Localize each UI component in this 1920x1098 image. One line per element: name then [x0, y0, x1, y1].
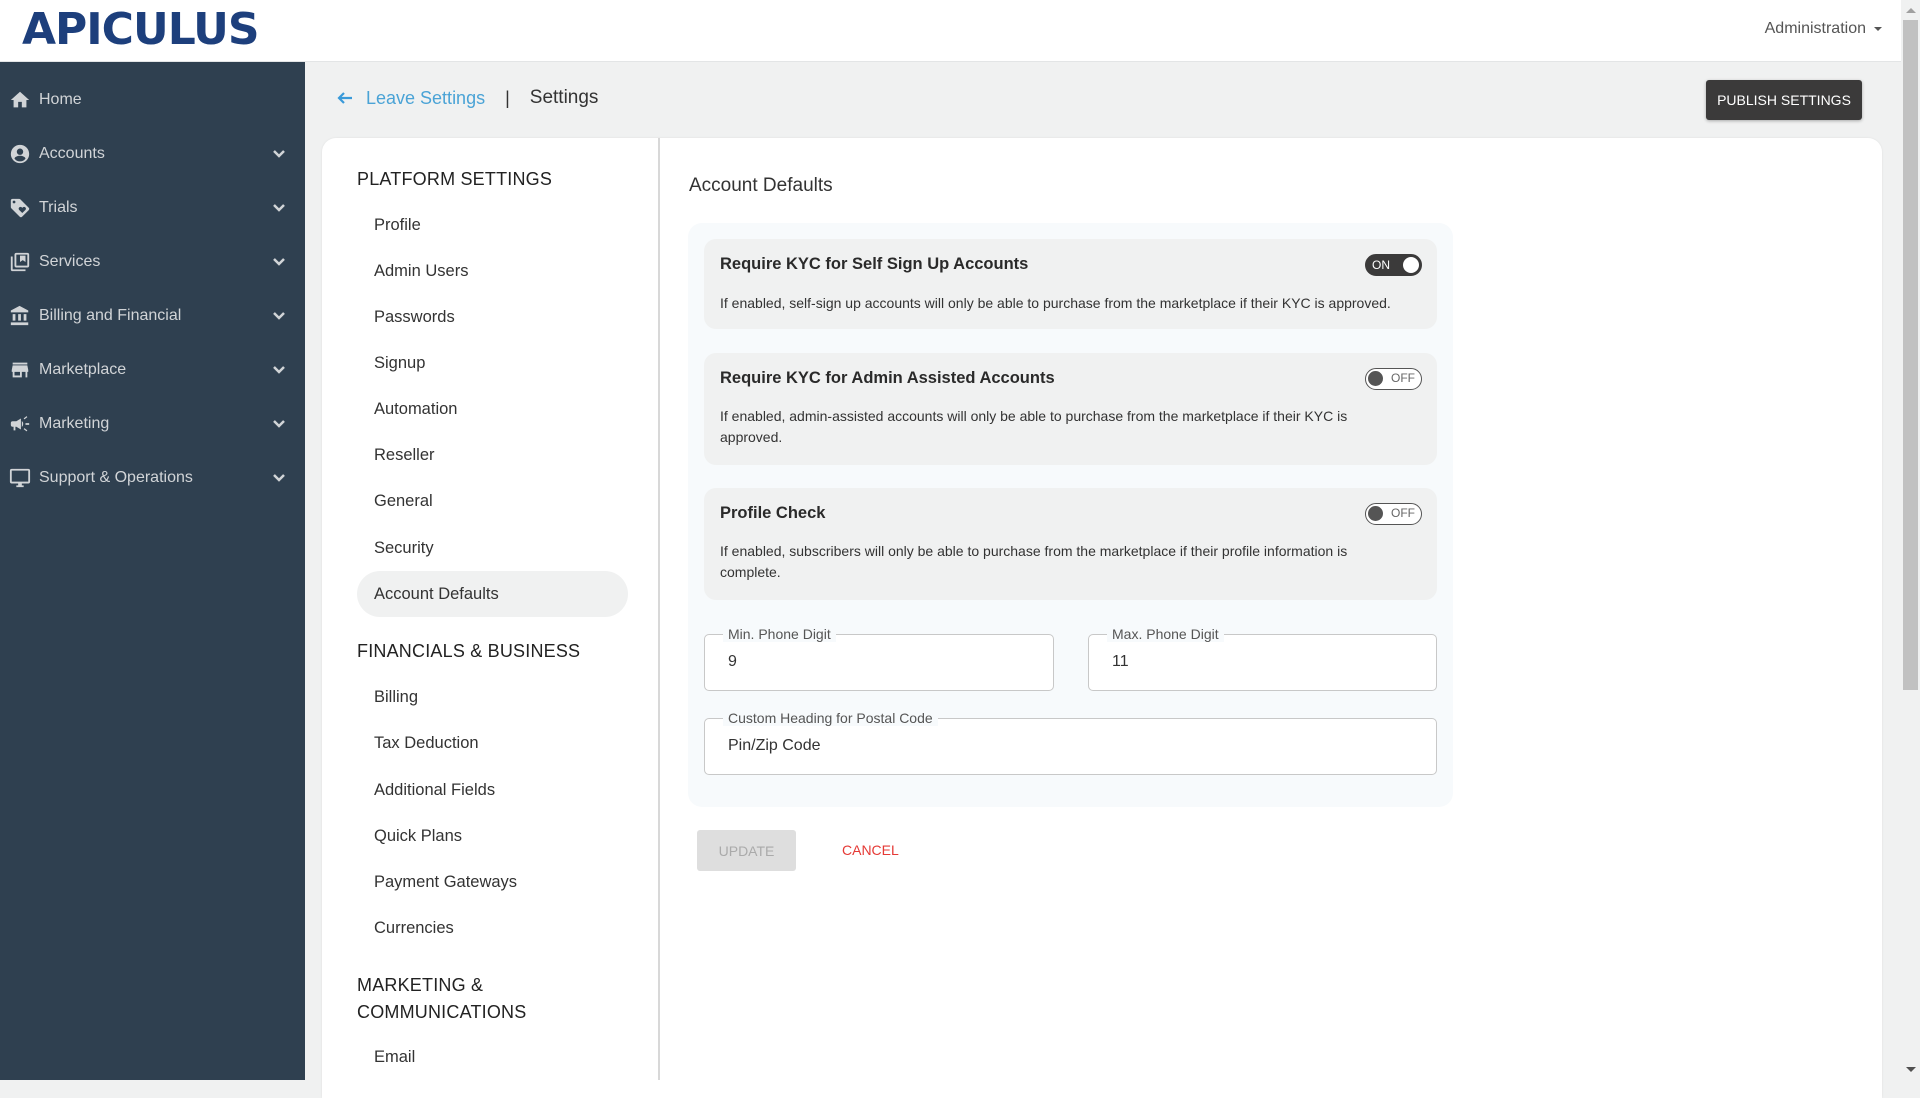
- chevron-down-icon[interactable]: [271, 200, 287, 216]
- settings-nav-item-automation[interactable]: Automation: [357, 386, 628, 432]
- account-circle-icon: [8, 142, 32, 166]
- group-title-marketing-and-communications-line1: MARKETING &: [357, 975, 484, 995]
- settings-nav-item-security[interactable]: Security: [357, 525, 628, 571]
- settings-nav-item-billing[interactable]: Billing: [357, 674, 628, 720]
- breadcrumb-separator: |: [505, 87, 510, 108]
- option-title: Require KYC for Admin Assisted Accounts: [720, 369, 1055, 387]
- chevron-down-icon[interactable]: [271, 470, 287, 486]
- section-title: Account Defaults: [689, 175, 833, 196]
- sidebar-item-services[interactable]: Services: [0, 242, 305, 282]
- group-title-platform-settings: PLATFORM SETTINGS: [357, 169, 553, 189]
- administration-menu[interactable]: Administration: [1765, 20, 1882, 38]
- sidebar-item-home[interactable]: Home: [0, 80, 305, 120]
- option-description: If enabled, subscribers will only be abl…: [720, 543, 1348, 580]
- settings-nav-item-additional-fields[interactable]: Additional Fields: [357, 767, 628, 813]
- toggle-state-label: OFF: [1391, 371, 1415, 385]
- arrow-left-icon[interactable]: [336, 89, 354, 107]
- sidebar-item-trials[interactable]: Trials: [0, 188, 305, 228]
- settings-nav-item-profile[interactable]: Profile: [357, 202, 628, 248]
- kyc-admin-assisted-toggle[interactable]: OFF: [1365, 368, 1422, 390]
- max-phone-digit-input[interactable]: [1112, 653, 1407, 671]
- logo-text: APICULUS: [22, 4, 260, 55]
- toggle-knob: [1368, 506, 1383, 521]
- max-phone-digit-field: Max. Phone Digit: [1088, 626, 1437, 691]
- settings-nav-item-quick-plans[interactable]: Quick Plans: [357, 813, 628, 859]
- scroll-up-arrow-icon[interactable]: [1906, 8, 1916, 13]
- sidebar-item-label: Trials: [39, 199, 78, 216]
- tag-heart-icon: [8, 196, 32, 220]
- apiculus-logo[interactable]: APICULUS: [22, 4, 260, 55]
- settings-nav-item-email[interactable]: Email: [357, 1034, 628, 1080]
- caret-down-icon: [1874, 27, 1882, 31]
- breadcrumb: Leave Settings | Settings: [336, 87, 598, 109]
- store-icon: [8, 358, 32, 382]
- settings-nav-item-passwords[interactable]: Passwords: [357, 294, 628, 340]
- option-kyc-admin-assisted: Require KYC for Admin Assisted Accounts …: [704, 353, 1437, 465]
- sidebar-item-label: Marketing: [39, 415, 110, 432]
- group-title-marketing-and-communications-line2: COMMUNICATIONS: [357, 1002, 527, 1022]
- toggle-state-label: OFF: [1391, 506, 1415, 520]
- panel-divider: [658, 138, 660, 1080]
- profile-check-toggle[interactable]: OFF: [1365, 503, 1422, 525]
- sidebar-item-label: Support & Operations: [39, 469, 193, 486]
- option-kyc-self-signup: Require KYC for Self Sign Up Accounts ON…: [704, 239, 1437, 329]
- settings-nav-item-currencies[interactable]: Currencies: [357, 905, 628, 951]
- toggle-state-label: ON: [1372, 258, 1390, 272]
- page-scrollbar[interactable]: [1901, 0, 1920, 1080]
- postal-code-heading-label: Custom Heading for Postal Code: [723, 710, 938, 726]
- sidebar-item-label: Services: [39, 253, 101, 270]
- sidebar-item-billing-and-financial[interactable]: Billing and Financial: [0, 296, 305, 336]
- sidebar-item-support-and-operations[interactable]: Support & Operations: [0, 458, 305, 498]
- chevron-down-icon[interactable]: [271, 308, 287, 324]
- sidebar-item-marketplace[interactable]: Marketplace: [0, 350, 305, 390]
- library-icon: [8, 250, 32, 274]
- settings-nav-item-tax-deduction[interactable]: Tax Deduction: [357, 720, 628, 766]
- leave-settings-link[interactable]: Leave Settings: [366, 88, 485, 109]
- administration-label: Administration: [1764, 20, 1866, 37]
- sidebar: Home Accounts Trials Services Billing an…: [0, 62, 305, 1080]
- postal-code-heading-input[interactable]: [728, 737, 1350, 755]
- update-button[interactable]: UPDATE: [697, 830, 796, 871]
- breadcrumb-current: Settings: [529, 87, 599, 108]
- min-phone-digit-input[interactable]: [728, 653, 1024, 671]
- settings-nav-item-payment-gateways[interactable]: Payment Gateways: [357, 859, 628, 905]
- settings-nav-item-admin-users[interactable]: Admin Users: [357, 248, 628, 294]
- option-title: Profile Check: [720, 504, 826, 522]
- toggle-knob: [1403, 257, 1419, 273]
- megaphone-icon: [8, 412, 32, 436]
- scroll-down-arrow-icon[interactable]: [1906, 1067, 1916, 1072]
- option-description: If enabled, admin-assisted accounts will…: [720, 408, 1348, 445]
- scrollbar-thumb[interactable]: [1903, 20, 1918, 690]
- bank-icon: [8, 304, 32, 328]
- chevron-down-icon[interactable]: [271, 146, 287, 162]
- settings-nav-item-signup[interactable]: Signup: [357, 340, 628, 386]
- min-phone-digit-label: Min. Phone Digit: [723, 626, 836, 642]
- chevron-down-icon[interactable]: [271, 416, 287, 432]
- publish-settings-button[interactable]: PUBLISH SETTINGS: [1706, 80, 1862, 120]
- option-description: If enabled, self-sign up accounts will o…: [720, 295, 1391, 311]
- sidebar-item-label: Billing and Financial: [39, 307, 182, 324]
- min-phone-digit-field: Min. Phone Digit: [704, 626, 1054, 691]
- home-icon: [8, 88, 32, 112]
- option-title: Require KYC for Self Sign Up Accounts: [720, 255, 1029, 273]
- group-title-financials-and-business: FINANCIALS & BUSINESS: [357, 641, 581, 661]
- sidebar-item-accounts[interactable]: Accounts: [0, 134, 305, 174]
- option-profile-check: Profile Check OFF If enabled, subscriber…: [704, 488, 1437, 600]
- sidebar-item-label: Home: [39, 91, 82, 108]
- toggle-knob: [1368, 371, 1383, 386]
- settings-nav-item-reseller[interactable]: Reseller: [357, 432, 628, 478]
- chevron-down-icon[interactable]: [271, 362, 287, 378]
- top-header: APICULUS Administration: [0, 0, 1901, 62]
- settings-nav-item-general[interactable]: General: [357, 478, 628, 524]
- sidebar-item-label: Accounts: [39, 145, 105, 162]
- cancel-button[interactable]: CANCEL: [842, 842, 899, 858]
- max-phone-digit-label: Max. Phone Digit: [1107, 626, 1224, 642]
- settings-nav-item-account-defaults[interactable]: Account Defaults: [357, 571, 628, 617]
- postal-code-heading-field: Custom Heading for Postal Code: [704, 710, 1437, 775]
- kyc-self-signup-toggle[interactable]: ON: [1365, 254, 1422, 276]
- chevron-down-icon[interactable]: [271, 254, 287, 270]
- monitor-icon: [8, 466, 32, 490]
- sidebar-item-marketing[interactable]: Marketing: [0, 404, 305, 444]
- sidebar-item-label: Marketplace: [39, 361, 127, 378]
